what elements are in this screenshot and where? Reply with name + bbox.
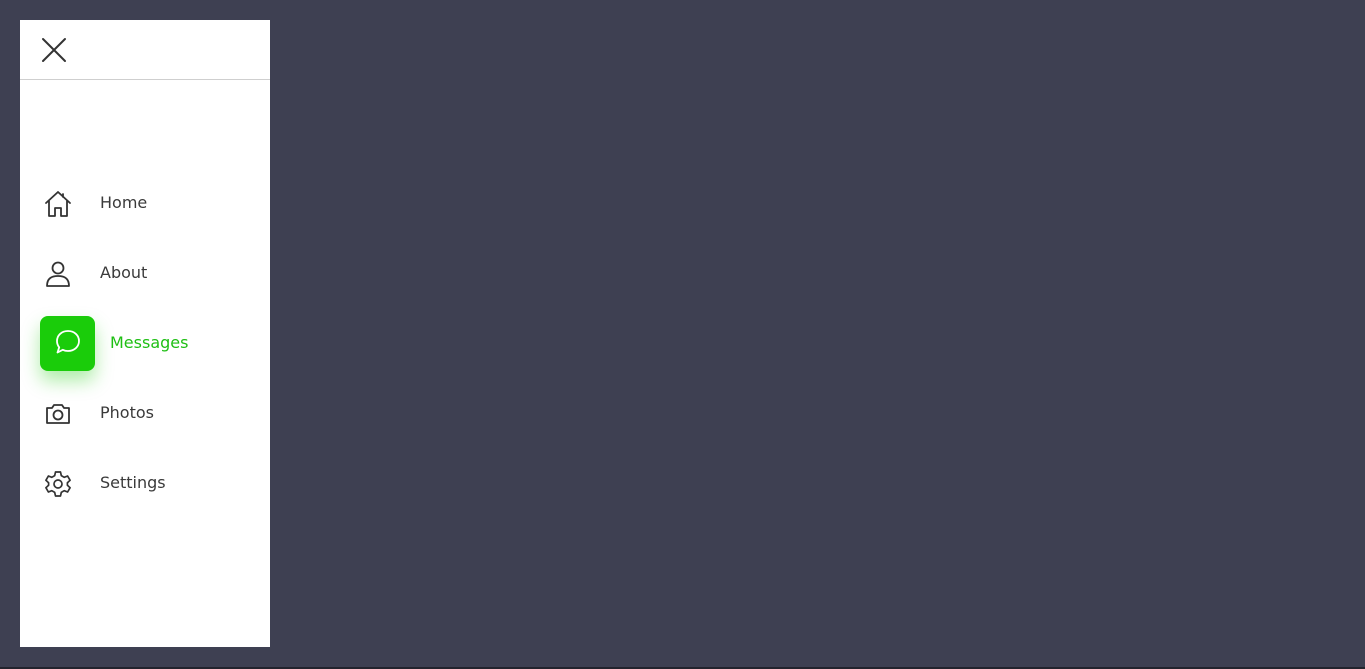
- sidebar-item-label: Photos: [100, 403, 154, 422]
- sidebar-item-label: About: [100, 263, 148, 282]
- close-button[interactable]: [41, 37, 67, 63]
- home-icon: [44, 190, 72, 218]
- sidebar-item-settings[interactable]: Settings: [20, 448, 270, 518]
- sidebar-item-photos[interactable]: Photos: [20, 378, 270, 448]
- user-icon: [44, 260, 72, 288]
- close-icon: [42, 38, 66, 62]
- sidebar-item-label: Home: [100, 193, 148, 212]
- gear-icon: [44, 470, 72, 498]
- sidebar: Home About Messages Photos Settings: [20, 20, 270, 647]
- sidebar-item-about[interactable]: About: [20, 238, 270, 308]
- message-bubble-icon: [40, 316, 95, 371]
- sidebar-header: [20, 20, 270, 80]
- sidebar-item-label: Messages: [110, 333, 189, 352]
- sidebar-item-label: Settings: [100, 473, 166, 492]
- camera-icon: [44, 400, 72, 428]
- sidebar-item-home[interactable]: Home: [20, 168, 270, 238]
- sidebar-nav: Home About Messages Photos Settings: [20, 168, 270, 518]
- sidebar-item-messages[interactable]: Messages: [20, 308, 270, 378]
